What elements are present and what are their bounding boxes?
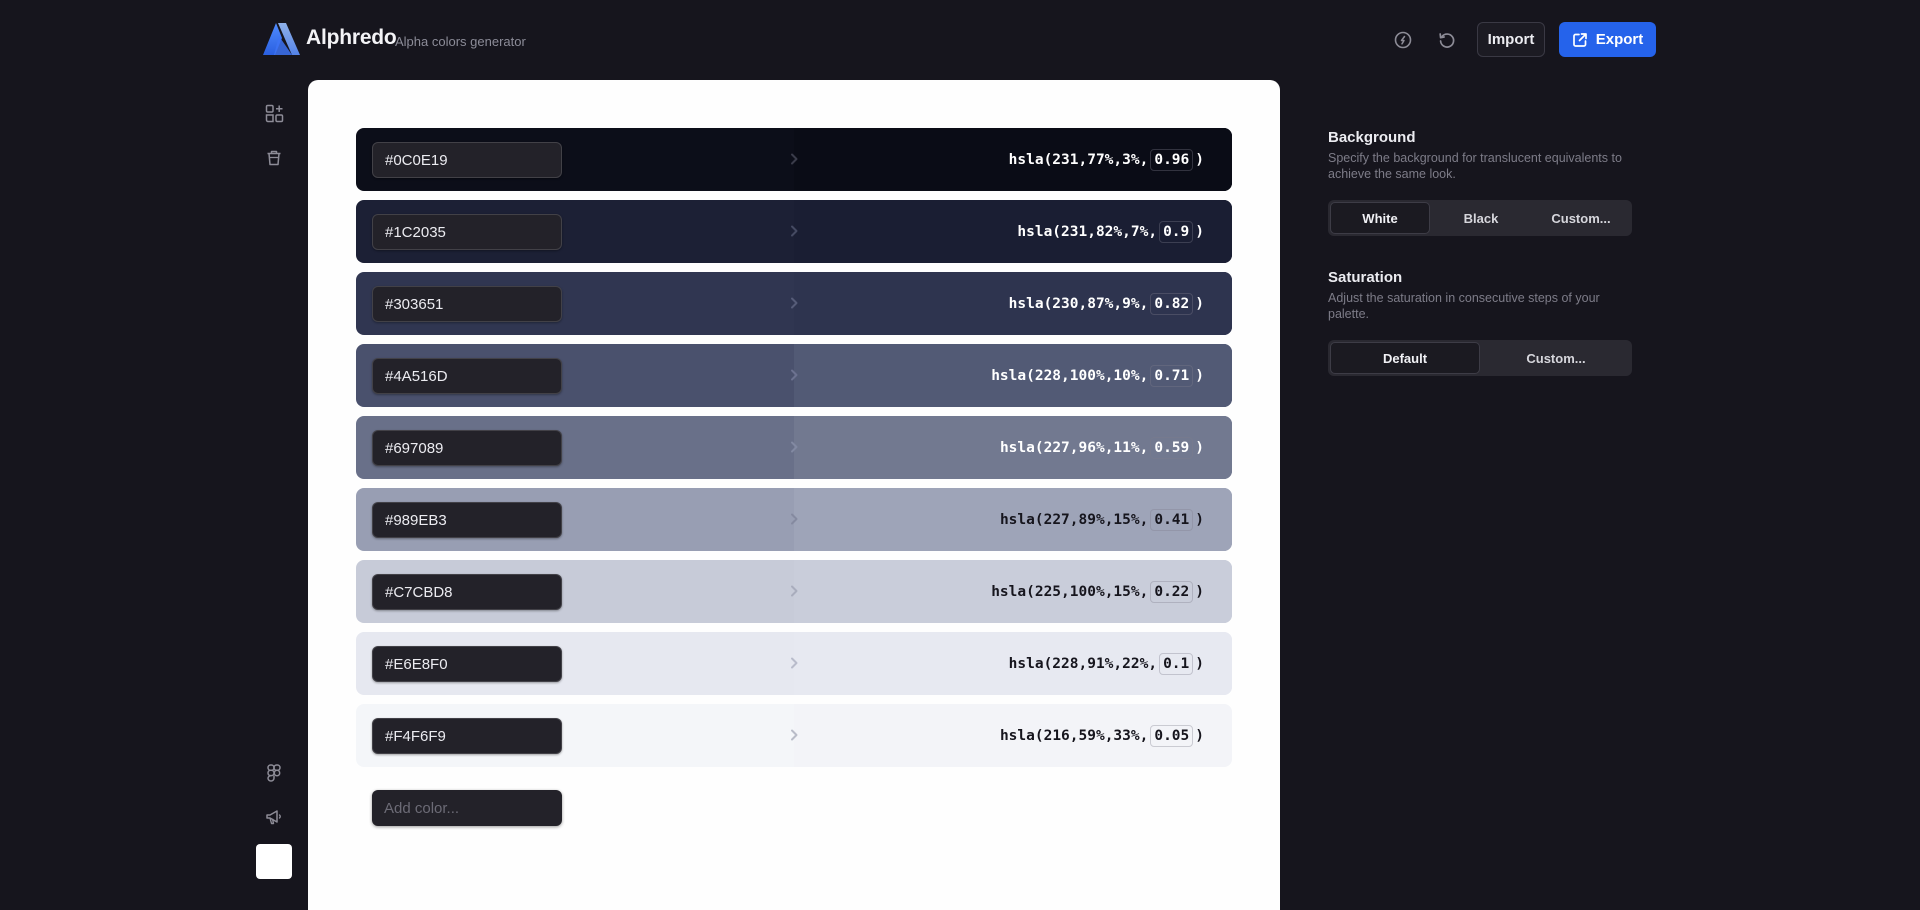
background-swatch-button[interactable] [256, 844, 292, 879]
hsla-value: hsla(227,96%,11%, 0.59) [1000, 416, 1204, 479]
hsla-value: hsla(231,77%,3%, 0.96) [1009, 128, 1204, 191]
hsla-prefix: hsla(228,91%,22%, [1008, 655, 1158, 672]
app-tagline: Alpha colors generator [395, 34, 526, 49]
hex-color-input[interactable]: #F4F6F9 [372, 718, 562, 754]
color-row: #1C2035 hsla(231,82%,7%, 0.9) [356, 200, 1232, 263]
export-button[interactable]: Export [1559, 22, 1656, 57]
alpha-value[interactable]: 0.96 [1150, 148, 1194, 171]
chevron-right-icon [791, 369, 798, 381]
hsla-prefix: hsla(230,87%,9%, [1008, 295, 1149, 312]
hsla-suffix: ) [1195, 223, 1204, 240]
hsla-value: hsla(228,100%,10%, 0.71) [991, 344, 1204, 407]
alpha-value[interactable]: 0.71 [1150, 364, 1194, 387]
tip-coin-icon[interactable] [1393, 30, 1413, 50]
hsla-suffix: ) [1195, 439, 1204, 456]
color-row: #E6E8F0 hsla(228,91%,22%, 0.1) [356, 632, 1232, 695]
palette-components-icon[interactable] [264, 103, 284, 123]
alpha-value[interactable]: 0.9 [1159, 220, 1194, 243]
hsla-prefix: hsla(231,82%,7%, [1017, 223, 1158, 240]
hsla-prefix: hsla(216,59%,33%, [999, 727, 1149, 744]
hsla-suffix: ) [1195, 151, 1204, 168]
hsla-value: hsla(230,87%,9%, 0.82) [1009, 272, 1204, 335]
hsla-value: hsla(216,59%,33%, 0.05) [1000, 704, 1204, 767]
background-title: Background [1328, 129, 1416, 146]
import-button-label: Import [1487, 31, 1535, 48]
saturation-title: Saturation [1328, 269, 1403, 286]
color-row: #303651 hsla(230,87%,9%, 0.82) [356, 272, 1232, 335]
megaphone-icon[interactable] [264, 807, 284, 827]
chevron-right-icon [791, 225, 798, 237]
hex-color-input[interactable]: #303651 [372, 286, 562, 322]
color-row: #C7CBD8 hsla(225,100%,15%, 0.22) [356, 560, 1232, 623]
chevron-right-icon [791, 297, 798, 309]
hex-color-input[interactable]: #697089 [372, 430, 562, 466]
chevron-right-icon [791, 153, 798, 165]
hsla-value: hsla(231,82%,7%, 0.9) [1017, 200, 1204, 263]
saturation-section: Saturation Adjust the saturation in cons… [1328, 269, 1632, 322]
alpha-value[interactable]: 0.22 [1150, 580, 1194, 603]
export-button-label: Export [1595, 31, 1644, 48]
figma-icon[interactable] [264, 763, 284, 783]
saturation-option-custom[interactable]: Custom... [1482, 342, 1630, 374]
hsla-suffix: ) [1195, 367, 1204, 384]
alphredo-logo-icon [263, 23, 300, 55]
hex-color-input[interactable]: #4A516D [372, 358, 562, 394]
alpha-value[interactable]: 0.82 [1150, 292, 1194, 315]
color-row: #989EB3 hsla(227,89%,15%, 0.41) [356, 488, 1232, 551]
hsla-value: hsla(228,91%,22%, 0.1) [1009, 632, 1204, 695]
saturation-option-default[interactable]: Default [1330, 342, 1480, 374]
hsla-prefix: hsla(225,100%,15%, [991, 583, 1149, 600]
saturation-description: Adjust the saturation in consecutive ste… [1328, 291, 1600, 321]
saturation-segmented-control: Default Custom... [1328, 340, 1632, 376]
color-row: #4A516D hsla(228,100%,10%, 0.71) [356, 344, 1232, 407]
background-segmented-control: White Black Custom... [1328, 200, 1632, 236]
hex-color-input[interactable]: #1C2035 [372, 214, 562, 250]
background-option-white[interactable]: White [1330, 202, 1430, 234]
hsla-suffix: ) [1195, 295, 1204, 312]
add-color-input[interactable]: Add color... [372, 790, 562, 826]
trash-icon[interactable] [264, 148, 284, 168]
chevron-right-icon [791, 513, 798, 525]
hsla-prefix: hsla(227,96%,11%, [999, 439, 1149, 456]
chevron-right-icon [791, 585, 798, 597]
background-option-black[interactable]: Black [1432, 202, 1530, 234]
chevron-right-icon [791, 657, 798, 669]
palette-panel: #0C0E19 hsla(231,77%,3%, 0.96) #1C2035 hsla(… [308, 80, 1280, 910]
hsla-suffix: ) [1195, 727, 1204, 744]
hsla-suffix: ) [1195, 511, 1204, 528]
hex-color-input[interactable]: #989EB3 [372, 502, 562, 538]
background-description: Specify the background for translucent e… [1328, 151, 1622, 181]
hsla-prefix: hsla(231,77%,3%, [1008, 151, 1149, 168]
hsla-suffix: ) [1195, 583, 1204, 600]
hsla-suffix: ) [1195, 655, 1204, 672]
app-header: Alphredo Alpha colors generator Import E… [0, 0, 1920, 80]
export-share-icon [1572, 32, 1587, 47]
hex-color-input[interactable]: #E6E8F0 [372, 646, 562, 682]
color-row: #F4F6F9 hsla(216,59%,33%, 0.05) [356, 704, 1232, 767]
chevron-right-icon [791, 729, 798, 741]
hsla-value: hsla(227,89%,15%, 0.41) [1000, 488, 1204, 551]
reset-icon[interactable] [1437, 30, 1457, 50]
import-button[interactable]: Import [1477, 22, 1545, 57]
background-option-custom[interactable]: Custom... [1532, 202, 1630, 234]
alpha-value[interactable]: 0.59 [1150, 436, 1194, 459]
color-row: #0C0E19 hsla(231,77%,3%, 0.96) [356, 128, 1232, 191]
chevron-right-icon [791, 441, 798, 453]
alpha-value[interactable]: 0.1 [1159, 652, 1194, 675]
hex-color-input[interactable]: #0C0E19 [372, 142, 562, 178]
alpha-value[interactable]: 0.05 [1150, 724, 1194, 747]
color-rows: #0C0E19 hsla(231,77%,3%, 0.96) #1C2035 hsla(… [356, 128, 1232, 776]
app-name: Alphredo [306, 26, 397, 49]
color-row: #697089 hsla(227,96%,11%, 0.59) [356, 416, 1232, 479]
hex-color-input[interactable]: #C7CBD8 [372, 574, 562, 610]
hsla-prefix: hsla(227,89%,15%, [999, 511, 1149, 528]
hsla-value: hsla(225,100%,15%, 0.22) [991, 560, 1204, 623]
alpha-value[interactable]: 0.41 [1150, 508, 1194, 531]
background-section: Background Specify the background for tr… [1328, 129, 1632, 182]
hsla-prefix: hsla(228,100%,10%, [991, 367, 1149, 384]
